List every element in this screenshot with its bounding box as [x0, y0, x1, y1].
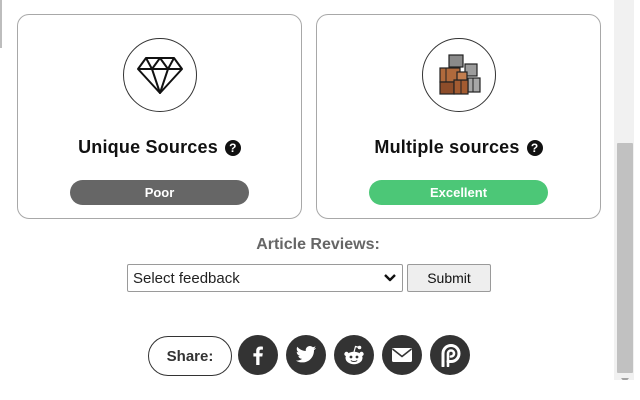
multiple-sources-card: Multiple sources ? Excellent — [316, 14, 601, 219]
boxes-stack-icon — [421, 38, 496, 112]
unique-sources-label: Unique Sources — [78, 137, 218, 157]
multiple-sources-label: Multiple sources — [374, 137, 520, 157]
share-label-pill: Share: — [148, 336, 232, 376]
unique-sources-card: Unique Sources ? Poor — [17, 14, 302, 219]
diamond-icon — [122, 38, 197, 112]
multiple-sources-title: Multiple sources ? — [317, 137, 600, 158]
twitter-icon[interactable] — [286, 335, 326, 375]
parler-icon[interactable] — [430, 335, 470, 375]
feedback-select[interactable]: Select feedback — [127, 264, 403, 292]
unique-sources-title: Unique Sources ? — [18, 137, 301, 158]
unique-sources-rating-badge: Poor — [70, 180, 249, 205]
help-icon[interactable]: ? — [224, 139, 241, 156]
page-bottom-edge — [0, 380, 640, 400]
chevron-down-icon — [384, 271, 396, 289]
left-edge-divider — [0, 0, 4, 48]
help-icon[interactable]: ? — [526, 139, 543, 156]
scroll-down-arrow-icon[interactable] — [618, 372, 632, 383]
scrollbar-thumb[interactable] — [617, 143, 633, 373]
article-reviews-label: Article Reviews: — [256, 236, 380, 253]
feedback-select-value: Select feedback — [133, 269, 240, 287]
reddit-icon[interactable] — [334, 335, 374, 375]
submit-button[interactable]: Submit — [407, 264, 491, 292]
multiple-sources-rating-badge: Excellent — [369, 180, 548, 205]
facebook-icon[interactable] — [238, 335, 278, 375]
email-icon[interactable] — [382, 335, 422, 375]
share-label: Share: — [166, 347, 214, 365]
